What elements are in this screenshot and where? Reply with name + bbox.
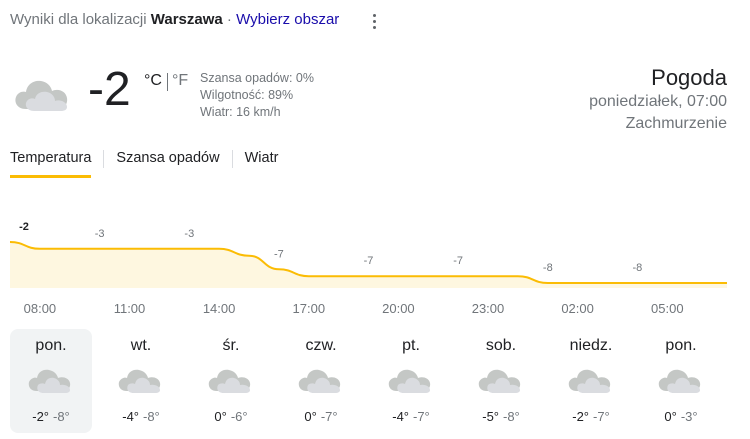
temperature-label: -8 [633, 262, 643, 274]
day-item[interactable]: czw. 0° -7° [280, 329, 362, 433]
cloud-icon [28, 369, 71, 393]
temperature-chart: -2 -3 -3 -7 -7 -7 -8 -8 08:00 11:00 14:00 17:00 20:… [9, 221, 727, 316]
day-high: -2° [572, 409, 589, 424]
day-low: -8° [53, 409, 70, 424]
day-low: -7° [593, 409, 610, 424]
location-line: Wyniki dla lokalizacji Warszawa · Wybier… [10, 11, 339, 28]
temperature-label: -7 [453, 255, 463, 267]
cloud-icon [658, 369, 701, 393]
day-temperatures: -5° -8° [460, 409, 542, 424]
day-name: pt. [402, 337, 420, 354]
day-low: -7° [413, 409, 430, 424]
day-high: -4° [122, 409, 139, 424]
time-tick-label: 20:00 [382, 301, 415, 316]
time-tick-label: 11:00 [114, 301, 146, 316]
day-item[interactable]: niedz. -2° -7° [550, 329, 632, 433]
day-high: -2° [32, 409, 49, 424]
cloud-icon [118, 369, 161, 393]
temperature-label: -2 [19, 221, 29, 233]
unit-divider [167, 73, 168, 91]
day-high: 0° [304, 409, 317, 424]
day-temperatures: -4° -7° [370, 409, 452, 424]
location-separator: · [226, 11, 232, 28]
more-options-icon[interactable] [366, 11, 382, 33]
time-tick-label: 05:00 [651, 301, 684, 316]
temperature-label: -7 [274, 248, 284, 260]
day-low: -6° [230, 409, 248, 424]
cloud-icon [388, 369, 431, 393]
unit-celsius[interactable]: °C [144, 72, 162, 90]
day-high: 0° [214, 409, 227, 424]
day-name: pon. [35, 337, 67, 354]
tab-temperature[interactable]: Temperatura [10, 148, 92, 178]
wind-speed: Wiatr: 16 km/h [200, 105, 281, 119]
location-prefix: Wyniki dla lokalizacji [10, 11, 147, 28]
day-item[interactable]: wt. -4° -8° [100, 329, 182, 433]
precipitation-chance: Szansa opadów: 0% [200, 71, 314, 85]
weather-datetime: poniedziałek, 07:00 [589, 93, 727, 110]
day-name: czw. [305, 337, 337, 354]
day-high: -5° [482, 409, 499, 424]
time-tick-label: 23:00 [472, 301, 505, 316]
cloud-icon [298, 369, 341, 393]
day-item[interactable]: śr. 0° -6° [190, 329, 272, 433]
day-name: sob. [485, 337, 517, 354]
temperature-label: -3 [184, 228, 194, 240]
weather-title: Pogoda [651, 65, 727, 90]
time-tick-label: 17:00 [293, 301, 326, 316]
day-item[interactable]: pon. -2° -8° [10, 329, 92, 433]
humidity: Wilgotność: 89% [200, 88, 294, 102]
day-low: -3° [680, 409, 698, 424]
day-high: 0° [664, 409, 677, 424]
day-item[interactable]: sob. -5° -8° [460, 329, 542, 433]
weather-summary: Pogoda poniedziałek, 07:00 Zachmurzenie [589, 65, 727, 135]
day-item[interactable]: pt. -4° -7° [370, 329, 452, 433]
temperature-label: -7 [364, 255, 374, 267]
chart-tabs: Temperatura Szansa opadów Wiatr [10, 148, 278, 180]
day-low: -7° [320, 409, 338, 424]
weather-details: Szansa opadów: 0% Wilgotność: 89% Wiatr:… [200, 70, 314, 121]
time-tick-label: 14:00 [203, 301, 236, 316]
choose-area-link[interactable]: Wybierz obszar [236, 11, 339, 28]
day-high: -4° [392, 409, 409, 424]
day-name: pon. [665, 337, 697, 354]
day-temperatures: -2° -8° [10, 409, 92, 424]
cloud-icon [208, 369, 251, 393]
temperature-label: -3 [95, 228, 105, 240]
day-temperatures: -2° -7° [550, 409, 632, 424]
tab-divider [103, 150, 105, 168]
cloud-icon [478, 369, 521, 393]
location-city: Warszawa [150, 11, 223, 28]
time-tick-label: 08:00 [24, 301, 57, 316]
tab-precipitation[interactable]: Szansa opadów [116, 148, 219, 178]
day-low: -8° [143, 409, 160, 424]
weather-condition: Zachmurzenie [625, 115, 727, 132]
tab-wind[interactable]: Wiatr [245, 148, 279, 178]
day-item[interactable]: pon. 0° -3° [640, 329, 722, 433]
day-temperatures: 0° -6° [190, 409, 272, 424]
time-tick-label: 02:00 [561, 301, 594, 316]
day-temperatures: 0° -3° [640, 409, 722, 424]
temperature-label: -8 [543, 262, 553, 274]
day-name: niedz. [569, 337, 613, 354]
day-name: śr. [222, 337, 240, 354]
day-temperatures: 0° -7° [280, 409, 362, 424]
unit-fahrenheit[interactable]: °F [172, 72, 188, 90]
cloud-icon [568, 369, 611, 393]
daily-forecast: pon. -2° -8° wt. -4° -8° śr. 0° -6° czw. 0° -7° pt. -… [10, 329, 730, 433]
day-name: wt. [130, 337, 152, 354]
day-temperatures: -4° -8° [100, 409, 182, 424]
cloud-icon [15, 80, 68, 111]
day-low: -8° [503, 409, 520, 424]
tab-divider [231, 150, 233, 168]
current-temperature: -2 [88, 63, 131, 116]
